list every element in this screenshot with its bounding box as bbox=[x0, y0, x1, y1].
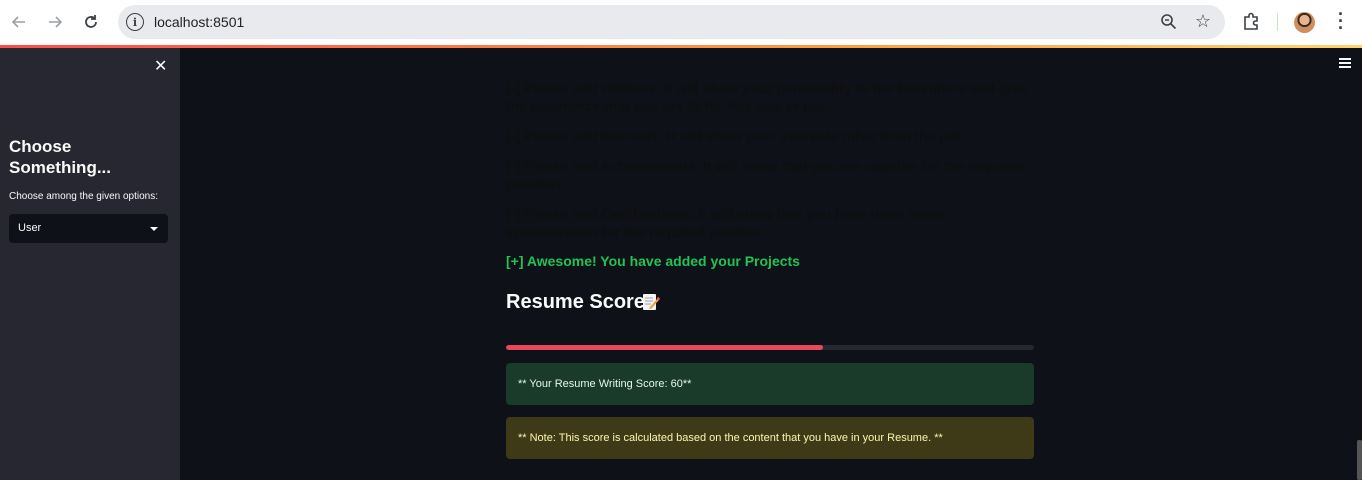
reload-icon[interactable] bbox=[81, 12, 101, 32]
url-text[interactable]: localhost:8501 bbox=[154, 14, 244, 30]
chevron-down-icon[interactable] bbox=[150, 227, 158, 231]
page-scrollbar[interactable] bbox=[1357, 440, 1362, 480]
forward-icon[interactable] bbox=[45, 12, 65, 32]
hamburger-menu-icon[interactable] bbox=[1339, 58, 1351, 70]
toolbar-divider bbox=[1277, 13, 1278, 31]
warning-message: ** Note: This score is calculated based … bbox=[518, 432, 943, 444]
tip-hobbies: [-] Please add Hobbies. It will show you… bbox=[506, 80, 1028, 114]
profile-avatar[interactable] bbox=[1294, 12, 1315, 33]
score-success-alert: ** Your Resume Writing Score: 60** bbox=[506, 363, 1034, 405]
sidebar: ✕ Choose Something... Choose among the g… bbox=[0, 48, 180, 480]
tip-certifications: [-] Please add Certifications. It will s… bbox=[506, 206, 945, 240]
header-decoration bbox=[0, 45, 1362, 48]
zoom-icon[interactable] bbox=[1160, 13, 1177, 35]
tip-achievements: [-] Please add Achievements. It will sho… bbox=[506, 158, 1025, 192]
score-progress-fill bbox=[506, 345, 823, 350]
select-label: Choose among the given options: bbox=[9, 191, 158, 202]
resume-score-heading: Resume Score bbox=[506, 291, 645, 313]
menu-icon[interactable]: · · · bbox=[1334, 5, 1348, 37]
back-icon[interactable] bbox=[9, 12, 29, 32]
browser-toolbar: i localhost:8501 ☆ · · · bbox=[0, 0, 1362, 45]
score-progress-bar bbox=[506, 345, 1034, 350]
close-sidebar-icon[interactable]: ✕ bbox=[154, 56, 167, 76]
tip-interests: [-] Please add Interests. It will show y… bbox=[506, 128, 965, 144]
projects-success-text: [+] Awesome! You have added your Project… bbox=[506, 253, 800, 269]
memo-icon bbox=[641, 292, 661, 311]
sidebar-title: Choose Something... bbox=[9, 137, 111, 177]
star-icon[interactable]: ☆ bbox=[1195, 11, 1211, 32]
success-message: ** Your Resume Writing Score: 60** bbox=[518, 378, 692, 390]
score-warning-alert: ** Note: This score is calculated based … bbox=[506, 417, 1034, 459]
address-bar[interactable]: i localhost:8501 ☆ bbox=[118, 5, 1225, 39]
extensions-icon[interactable] bbox=[1242, 12, 1261, 36]
role-select[interactable]: User bbox=[9, 214, 168, 243]
select-value[interactable]: User bbox=[18, 222, 41, 234]
info-icon[interactable]: i bbox=[126, 13, 144, 31]
